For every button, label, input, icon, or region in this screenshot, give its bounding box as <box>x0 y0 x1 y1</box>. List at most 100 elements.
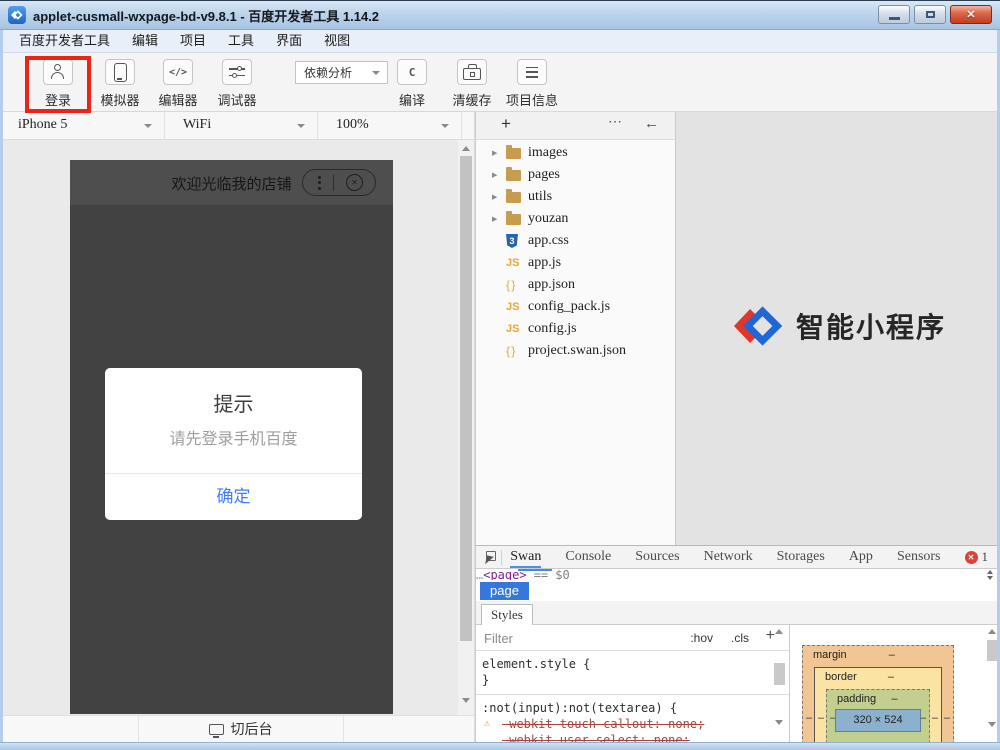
smart-program-logo-icon <box>734 304 784 348</box>
boxmodel-padding[interactable]: padding– – – 320 × 524 <box>826 689 930 742</box>
scroll-down-arrow[interactable] <box>988 722 996 727</box>
network-select[interactable]: WiFi <box>165 112 318 139</box>
styles-filter-row: Filter :hov .cls + <box>476 625 789 651</box>
tree-file-app-js[interactable]: JS app.js <box>476 252 675 274</box>
menu-tools[interactable]: 工具 <box>217 30 265 52</box>
scrollbar-thumb[interactable] <box>774 663 785 685</box>
phone-screen: 欢迎光临我的店铺 ✕ 提示 请先登录手机百度 确定 <box>70 160 393 714</box>
menu-view[interactable]: 视图 <box>313 30 361 52</box>
warning-icon: ⚠ <box>484 716 490 732</box>
minimize-button[interactable] <box>878 5 910 24</box>
tree-folder-pages[interactable]: ▶ pages <box>476 164 675 186</box>
tree-folder-youzan[interactable]: ▶ youzan <box>476 208 675 230</box>
debugger-button[interactable]: 调试器 <box>209 59 265 109</box>
file-tree: ▶ images ▶ pages ▶ utils ▶ youzan 3 app.… <box>475 140 675 545</box>
modal-confirm-button[interactable]: 确定 <box>105 473 362 520</box>
tab-sensors[interactable]: Sensors <box>897 546 941 568</box>
breadcrumb-page[interactable]: page <box>480 582 529 600</box>
not-input-rule[interactable]: :not(input):not(textarea) { ⚠ -webkit-to… <box>476 695 789 742</box>
scroll-up-arrow[interactable] <box>988 629 996 634</box>
dependency-analysis-select[interactable]: 依赖分析 <box>295 61 388 84</box>
scroll-down-arrow[interactable] <box>462 698 470 703</box>
tree-file-app-json[interactable]: { } app.json <box>476 274 675 296</box>
tab-app-data[interactable]: App data <box>849 546 873 568</box>
json-file-icon: { } <box>506 344 514 358</box>
tree-folder-images[interactable]: ▶ images <box>476 142 675 164</box>
maximize-button[interactable] <box>914 5 946 24</box>
menu-baidu-devtools[interactable]: 百度开发者工具 <box>8 30 121 52</box>
tab-console[interactable]: Console <box>565 546 611 568</box>
devtools-tab-bar: Swan Console Sources Network Storages Ap… <box>476 546 1000 569</box>
tree-folder-utils[interactable]: ▶ utils <box>476 186 675 208</box>
tree-file-app-css[interactable]: 3 app.css <box>476 230 675 252</box>
error-badge[interactable]: ✕ 1 <box>965 549 989 565</box>
more-menu-icon[interactable] <box>318 176 321 190</box>
chevron-right-icon[interactable]: ▶ <box>492 171 506 179</box>
chevron-right-icon[interactable]: ▶ <box>492 215 506 223</box>
scroll-updown-icon[interactable] <box>987 570 993 580</box>
dom-tree-row[interactable]: …<page>== $0 <box>476 569 1000 580</box>
tree-more-button[interactable]: ⋯ <box>608 113 623 130</box>
disabled-css-property[interactable]: ⚠ -webkit-touch-callout: none; <box>482 716 789 732</box>
modal-title: 提示 <box>105 388 362 417</box>
device-select[interactable]: iPhone 5 <box>0 112 165 139</box>
app-window: applet-cusmall-wxpage-bd-v9.8.1 - 百度开发者工… <box>0 0 1000 750</box>
modal-message: 请先登录手机百度 <box>105 425 362 449</box>
chevron-right-icon[interactable]: ▶ <box>492 193 506 201</box>
menu-edit[interactable]: 编辑 <box>121 30 169 52</box>
project-info-button[interactable]: 项目信息 <box>504 59 560 109</box>
tab-sources[interactable]: Sources <box>635 546 679 568</box>
selection-highlight <box>518 569 552 571</box>
error-icon: ✕ <box>965 551 978 564</box>
tab-swan[interactable]: Swan <box>510 546 541 568</box>
add-file-button[interactable]: + <box>501 114 511 134</box>
element-style-rule[interactable]: element.style { } <box>476 651 789 695</box>
simulator-bottom-bar: 切后台 <box>0 715 475 742</box>
tree-file-config-js[interactable]: JS config.js <box>476 318 675 340</box>
editor-button[interactable]: </> 编辑器 <box>150 59 206 109</box>
inspect-element-icon[interactable] <box>486 550 493 565</box>
folder-icon <box>506 170 521 181</box>
chevron-down-icon <box>441 124 449 128</box>
boxmodel-margin[interactable]: margin– – – border– – – padding– – – 320… <box>802 645 954 742</box>
menu-interface[interactable]: 界面 <box>265 30 313 52</box>
scroll-down-arrow[interactable] <box>775 720 783 725</box>
boxmodel-content[interactable]: 320 × 524 <box>835 709 921 732</box>
disabled-css-property[interactable]: -webkit-user-select: none; <box>482 732 789 742</box>
boxmodel-border[interactable]: border– – – padding– – – 320 × 524 <box>814 667 942 742</box>
app-logo-icon <box>8 6 26 24</box>
tab-network[interactable]: Network <box>704 546 753 568</box>
new-style-rule-button[interactable]: + <box>766 627 775 645</box>
chevron-right-icon[interactable]: ▶ <box>492 149 506 157</box>
compile-button[interactable]: C 编译 <box>384 59 440 109</box>
tree-file-project-swan-json[interactable]: { } project.swan.json <box>476 340 675 362</box>
brand-text: 智能小程序 <box>796 306 946 346</box>
filter-input[interactable]: Filter <box>484 631 513 646</box>
collapse-panel-button[interactable]: ← <box>644 115 659 132</box>
tab-styles[interactable]: Styles <box>481 604 533 626</box>
compile-icon: C <box>409 66 416 79</box>
alert-modal: 提示 请先登录手机百度 确定 <box>105 368 362 520</box>
monitor-icon <box>209 724 224 735</box>
folder-icon <box>506 192 521 203</box>
close-button[interactable]: ✕ <box>950 5 992 24</box>
dom-breadcrumb-bar: page <box>476 580 1000 601</box>
switch-background-button[interactable]: 切后台 <box>138 716 343 742</box>
toggle-hover-state-button[interactable]: :hov <box>690 631 713 645</box>
simulator-scrollbar[interactable] <box>458 140 475 715</box>
menu-project[interactable]: 项目 <box>169 30 217 52</box>
scrollbar-thumb[interactable] <box>460 156 472 641</box>
code-icon: </> <box>169 67 187 78</box>
scroll-up-arrow[interactable] <box>462 146 470 151</box>
simulator-button[interactable]: 模拟器 <box>92 59 148 109</box>
scroll-up-arrow[interactable] <box>775 629 783 634</box>
toolbar: 登录 模拟器 </> 编辑器 调试器 依赖分析 C 编译 清缓存 项目信息 <box>0 53 1000 112</box>
zoom-select[interactable]: 100% <box>318 112 462 139</box>
tree-file-config-pack-js[interactable]: JS config_pack.js <box>476 296 675 318</box>
list-icon <box>526 67 538 78</box>
tab-storages[interactable]: Storages <box>777 546 825 568</box>
toggle-class-button[interactable]: .cls <box>731 631 749 645</box>
clear-cache-button[interactable]: 清缓存 <box>444 59 500 109</box>
close-circle-icon[interactable]: ✕ <box>346 174 363 191</box>
file-tree-toolbar: + ⋯ ← <box>475 112 675 140</box>
